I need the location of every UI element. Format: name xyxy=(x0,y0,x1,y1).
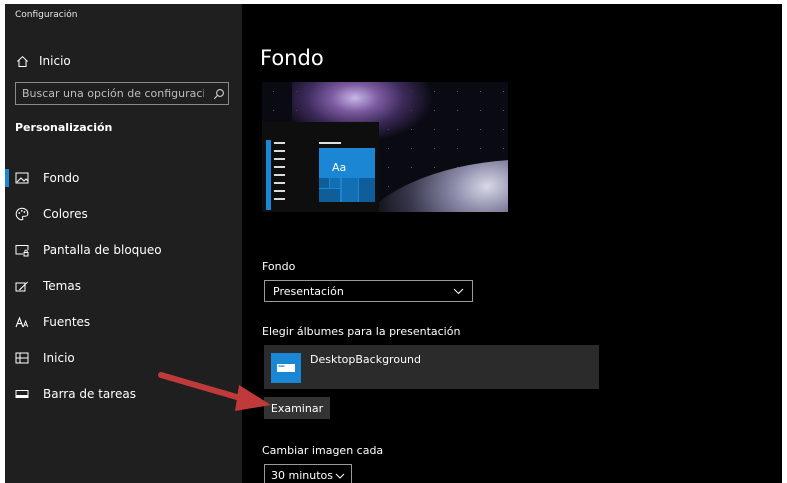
section-title: Personalización xyxy=(15,121,113,134)
background-type-value: Presentación xyxy=(273,284,344,298)
preview-tile xyxy=(359,178,375,202)
sidebar-item-colores[interactable]: Colores xyxy=(5,196,242,232)
background-type-dropdown[interactable]: Presentación xyxy=(264,280,473,302)
app-title: Configuración xyxy=(15,10,78,20)
start-icon xyxy=(15,351,29,365)
background-preview: Aa xyxy=(262,82,508,212)
settings-window: Configuración Inicio Personalización Fon… xyxy=(5,4,782,483)
font-icon xyxy=(15,315,29,329)
preview-tile xyxy=(330,178,340,188)
preview-menu-line xyxy=(274,198,285,200)
preview-menu-line xyxy=(274,174,285,176)
nav-home[interactable]: Inicio xyxy=(15,52,71,70)
preview-menu-line xyxy=(274,190,285,192)
preview-menu-line xyxy=(274,182,285,184)
preview-tile xyxy=(342,178,358,202)
preview-tile xyxy=(319,189,340,202)
annotation-arrow-icon xyxy=(158,372,271,411)
page-title: Fondo xyxy=(260,46,324,70)
sidebar-item-label: Barra de tareas xyxy=(43,387,136,401)
preview-tile-text: Aa xyxy=(332,161,347,174)
interval-dropdown[interactable]: 30 minutos xyxy=(264,464,352,483)
interval-value: 30 minutos xyxy=(271,468,333,482)
preview-tile xyxy=(319,178,329,188)
palette-icon xyxy=(15,207,29,221)
sidebar-item-label: Colores xyxy=(43,207,88,221)
image-icon xyxy=(15,171,29,185)
sidebar-item-fuentes[interactable]: Fuentes xyxy=(5,304,242,340)
chevron-down-icon xyxy=(335,469,345,482)
active-indicator xyxy=(5,169,9,187)
preview-menu-line xyxy=(274,158,285,160)
search-input[interactable] xyxy=(16,87,210,100)
sidebar-item-label: Temas xyxy=(43,279,81,293)
home-icon xyxy=(15,54,29,68)
sidebar-item-label: Inicio xyxy=(43,351,75,365)
album-name: DesktopBackground xyxy=(310,353,421,366)
preview-menu-line xyxy=(274,166,285,168)
search-box[interactable] xyxy=(15,82,229,105)
taskbar-icon xyxy=(15,387,29,401)
album-item[interactable]: DesktopBackground xyxy=(264,345,599,389)
sidebar-item-temas[interactable]: Temas xyxy=(5,268,242,304)
theme-icon xyxy=(15,279,29,293)
content-pane: Fondo Aa Fondo Presentación Elegir álbum… xyxy=(242,4,782,483)
chevron-down-icon xyxy=(453,285,464,298)
sidebar-item-fondo[interactable]: Fondo xyxy=(5,160,242,196)
sidebar-item-label: Fondo xyxy=(43,171,80,185)
preview-desktop-mockup: Aa xyxy=(262,122,379,212)
preview-menu-line xyxy=(274,150,285,152)
sidebar-item-pantalla-de-bloqueo[interactable]: Pantalla de bloqueo xyxy=(5,232,242,268)
interval-label: Cambiar imagen cada xyxy=(262,444,384,457)
nav-home-label: Inicio xyxy=(39,54,71,68)
lock-screen-icon xyxy=(15,243,29,257)
albums-label: Elegir álbumes para la presentación xyxy=(262,325,461,338)
preview-accent-line xyxy=(319,142,341,144)
background-type-label: Fondo xyxy=(262,260,296,273)
preview-start-strip xyxy=(266,140,271,210)
sidebar-item-label: Fuentes xyxy=(43,315,91,329)
preview-menu-line xyxy=(274,142,285,144)
sidebar-item-label: Pantalla de bloqueo xyxy=(43,243,162,257)
search-icon[interactable] xyxy=(210,88,228,100)
